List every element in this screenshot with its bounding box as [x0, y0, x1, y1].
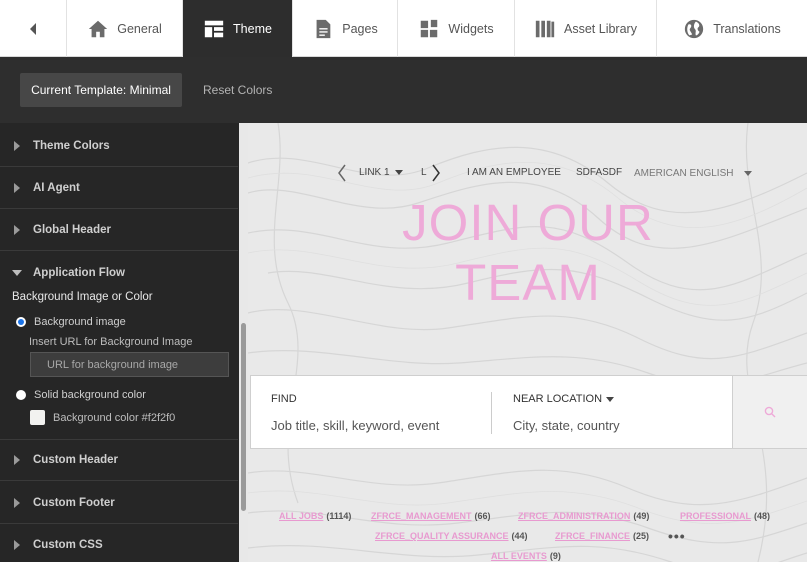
back-button[interactable]: [0, 0, 67, 57]
caret-right-icon: [14, 455, 20, 465]
color-swatch[interactable]: [30, 410, 45, 425]
bg-color-picker[interactable]: Background color #f2f2f0: [30, 410, 175, 425]
nav-employee-link[interactable]: I AM AN EMPLOYEE: [467, 167, 561, 178]
section-label: Custom Footer: [33, 496, 115, 509]
bg-option-title: Background Image or Color: [12, 291, 153, 303]
caret-right-icon: [14, 497, 20, 508]
radio-selected[interactable]: [16, 317, 26, 327]
section-global-header[interactable]: Global Header: [0, 209, 238, 251]
theme-layout-icon: [204, 20, 224, 37]
solid-color-option[interactable]: Solid background color: [16, 389, 146, 401]
caret-right-icon: [14, 182, 20, 193]
tab-label: General: [117, 21, 162, 36]
chevron-down-icon: [395, 169, 404, 175]
tab-pages[interactable]: Pages: [293, 0, 398, 57]
search-icon: [764, 406, 776, 418]
top-tab-bar: General Theme Pages Widgets Asset Librar…: [0, 0, 807, 57]
radio-unselected[interactable]: [16, 390, 26, 400]
keyword-input[interactable]: [271, 418, 471, 433]
hero-heading: JOIN OUR TEAM: [378, 193, 678, 313]
nav-link-2[interactable]: L: [421, 167, 427, 178]
tab-label: Pages: [342, 21, 378, 36]
tab-label: Theme: [233, 21, 272, 36]
page-preview: LINK 1 L I AM AN EMPLOYEE SDFASDF AMERIC…: [248, 123, 807, 562]
category-link[interactable]: ALL EVENTS (9): [491, 551, 561, 561]
job-search-box: FIND NEAR LOCATION: [250, 375, 807, 449]
section-label: Theme Colors: [33, 139, 110, 152]
section-label: Global Header: [33, 223, 111, 236]
tab-label: Asset Library: [564, 21, 637, 36]
template-toolbar: Current Template: Minimal Reset Colors: [0, 57, 807, 123]
page-icon: [316, 19, 331, 38]
tab-asset-library[interactable]: Asset Library: [515, 0, 657, 57]
tab-label: Translations: [713, 21, 781, 36]
bg-url-input[interactable]: [30, 352, 229, 377]
chevron-down-icon: [744, 170, 753, 176]
home-icon: [89, 20, 108, 37]
nav-link-1[interactable]: LINK 1: [359, 167, 404, 178]
nav-sdfasdf-link[interactable]: SDFASDF: [576, 167, 622, 178]
section-application-flow[interactable]: Application Flow: [0, 252, 238, 294]
hero-line-1: JOIN OUR: [402, 194, 654, 251]
nav-next-icon[interactable]: [431, 164, 441, 182]
location-input[interactable]: [513, 418, 713, 433]
reset-colors-button[interactable]: Reset Colors: [203, 73, 272, 107]
current-template-button[interactable]: Current Template: Minimal: [20, 73, 182, 107]
category-link[interactable]: ZFRCE_MANAGEMENT (66): [371, 511, 491, 521]
more-categories-icon[interactable]: •••: [668, 529, 686, 543]
url-label: Insert URL for Background Image: [29, 336, 193, 348]
language-label: AMERICAN ENGLISH: [634, 168, 734, 179]
solid-color-label: Solid background color: [34, 389, 146, 401]
nav-prev-icon[interactable]: [337, 164, 347, 182]
category-link[interactable]: ZFRCE_QUALITY ASSURANCE (44): [375, 531, 528, 541]
section-custom-css[interactable]: Custom CSS: [0, 524, 238, 562]
tab-theme[interactable]: Theme: [183, 0, 293, 57]
section-label: AI Agent: [33, 181, 80, 194]
section-custom-header[interactable]: Custom Header: [0, 439, 238, 481]
topographic-background: [248, 123, 807, 562]
section-label: Custom CSS: [33, 539, 103, 551]
tab-general[interactable]: General: [67, 0, 183, 57]
bg-image-label: Background image: [34, 316, 126, 328]
location-label: NEAR LOCATION: [513, 393, 603, 405]
category-link[interactable]: ZFRCE_ADMINISTRATION (49): [518, 511, 649, 521]
location-dropdown[interactable]: NEAR LOCATION: [513, 393, 615, 405]
section-label: Custom Header: [33, 454, 118, 466]
globe-icon: [685, 19, 704, 38]
nav-link-label: LINK 1: [359, 167, 390, 178]
sidebar-scrollbar-thumb[interactable]: [241, 323, 246, 511]
chevron-down-icon: [606, 396, 615, 402]
widgets-icon: [421, 19, 438, 37]
hero-line-2: TEAM: [455, 254, 601, 311]
language-selector[interactable]: AMERICAN ENGLISH: [634, 168, 753, 179]
settings-sidebar: Theme Colors AI Agent Global Header Appl…: [0, 123, 248, 562]
caret-right-icon: [14, 140, 20, 151]
chevron-left-icon: [30, 22, 36, 35]
bg-image-option[interactable]: Background image: [16, 316, 126, 328]
tab-widgets[interactable]: Widgets: [398, 0, 515, 57]
library-icon: [535, 20, 555, 37]
section-custom-footer[interactable]: Custom Footer: [0, 482, 238, 524]
tab-label: Widgets: [448, 21, 494, 36]
category-link[interactable]: ALL JOBS (1114): [279, 511, 351, 521]
tab-translations[interactable]: Translations: [657, 0, 807, 57]
bg-color-label: Background color #f2f2f0: [53, 411, 176, 424]
caret-down-icon: [12, 270, 22, 276]
search-button[interactable]: [732, 376, 807, 448]
section-theme-colors[interactable]: Theme Colors: [0, 125, 238, 167]
search-divider: [491, 392, 492, 434]
caret-right-icon: [14, 224, 20, 235]
category-link[interactable]: PROFESSIONAL (48): [680, 511, 770, 521]
section-label: Application Flow: [33, 267, 125, 279]
find-label: FIND: [271, 393, 297, 405]
preview-nav: LINK 1 L I AM AN EMPLOYEE SDFASDF AMERIC…: [248, 161, 807, 185]
category-link[interactable]: ZFRCE_FINANCE (25): [555, 531, 649, 541]
section-ai-agent[interactable]: AI Agent: [0, 167, 238, 209]
caret-right-icon: [14, 540, 20, 550]
